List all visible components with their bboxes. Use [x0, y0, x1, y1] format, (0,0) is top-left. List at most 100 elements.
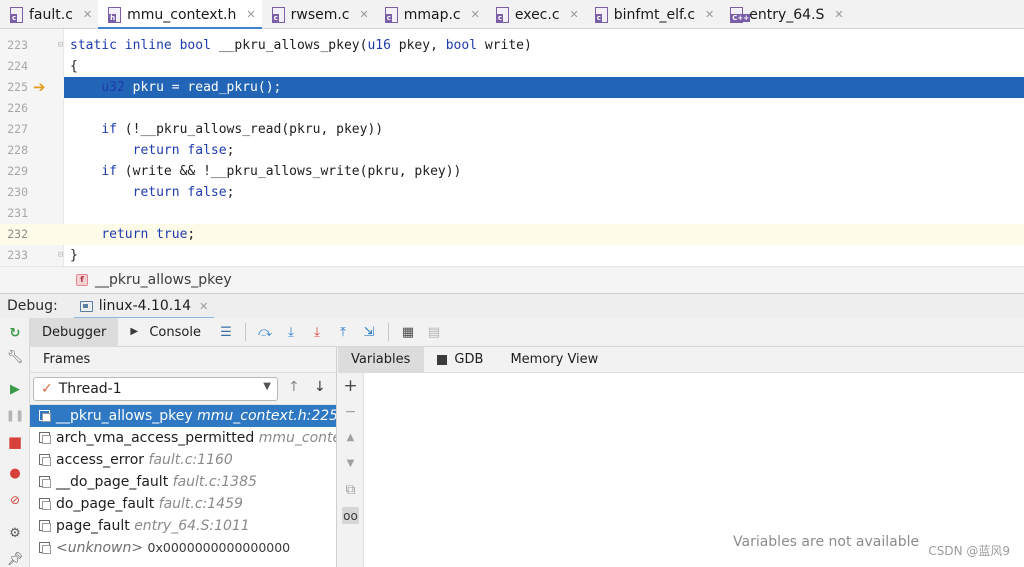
- stack-frame-row[interactable]: arch_vma_access_permitted mmu_context.h: [30, 427, 336, 449]
- code-line[interactable]: 226: [0, 98, 1024, 119]
- c-file-icon: [108, 6, 122, 23]
- stack-frame-row[interactable]: page_fault entry_64.S:1011: [30, 515, 336, 537]
- tab-gdb-label: GDB: [454, 352, 484, 367]
- tab-fault-c[interactable]: fault.c ✕: [0, 0, 98, 29]
- debug-actions-bar: ↻ 🔧︎ ▶ ❚❚ ■ ● ⊘ ⚙ 📌︎: [0, 318, 30, 567]
- frame-function: page_fault: [56, 518, 130, 534]
- tab-binfmt-elf-c[interactable]: binfmt_elf.c ✕: [585, 0, 720, 29]
- close-icon[interactable]: ✕: [705, 8, 714, 21]
- tab-label: rwsem.c: [290, 6, 350, 23]
- pause-icon[interactable]: ❚❚: [6, 408, 24, 424]
- code-editor[interactable]: 223 ⊟ static inline bool __pkru_allows_pke…: [0, 29, 1024, 266]
- debug-session-tab[interactable]: linux-4.10.14 ✕: [73, 294, 215, 319]
- force-step-into-icon[interactable]: ⤓: [304, 318, 330, 347]
- close-icon[interactable]: ✕: [834, 8, 843, 21]
- stack-frame-row[interactable]: do_page_fault fault.c:1459: [30, 493, 336, 515]
- tab-console[interactable]: ▶ Console: [118, 318, 213, 347]
- tab-debugger[interactable]: Debugger: [30, 317, 119, 347]
- frame-location: 0x0000000000000000: [147, 540, 291, 555]
- code-line[interactable]: 224 {: [0, 56, 1024, 77]
- tab-gdb[interactable]: GDB: [424, 347, 497, 373]
- line-number: 229: [7, 164, 28, 178]
- tab-memory-view[interactable]: Memory View: [497, 347, 612, 373]
- move-down-icon[interactable]: ▼: [342, 455, 359, 472]
- line-number: 226: [7, 101, 28, 115]
- stack-frame-row[interactable]: access_error fault.c:1160: [30, 449, 336, 471]
- stack-frame-row[interactable]: <unknown> 0x0000000000000000: [30, 537, 336, 559]
- rerun-icon[interactable]: ↻: [7, 326, 23, 342]
- code-line[interactable]: 227 if (!__pkru_allows_read(pkru, pkey)): [0, 119, 1024, 140]
- glasses-icon[interactable]: oo: [342, 507, 359, 524]
- arrow-up-icon[interactable]: ↑: [288, 379, 300, 395]
- tab-variables[interactable]: Variables: [338, 346, 425, 373]
- trace-icon[interactable]: ▤: [421, 318, 447, 347]
- code-line[interactable]: 230 return false;: [0, 182, 1024, 203]
- stack-frame-row[interactable]: __do_page_fault fault.c:1385: [30, 471, 336, 493]
- copy-icon[interactable]: ⧉: [342, 481, 359, 498]
- tab-variables-label: Variables: [351, 352, 411, 367]
- close-icon[interactable]: ✕: [570, 8, 579, 21]
- fold-icon[interactable]: ⊟: [58, 245, 63, 266]
- remove-watch-icon[interactable]: −: [342, 403, 359, 420]
- close-icon[interactable]: ✕: [83, 8, 92, 21]
- frame-location: mmu_context.h:225: [197, 408, 336, 424]
- code-line[interactable]: 223 ⊟ static inline bool __pkru_allows_pke…: [0, 35, 1024, 56]
- wrench-icon[interactable]: 🔧︎: [7, 350, 24, 366]
- add-watch-icon[interactable]: +: [342, 376, 359, 396]
- breadcrumb-function[interactable]: __pkru_allows_pkey: [95, 272, 232, 288]
- stop-icon[interactable]: ■: [7, 434, 23, 450]
- asm-file-icon: [730, 6, 751, 23]
- code-line[interactable]: 229 if (write && !__pkru_allows_write(pk…: [0, 161, 1024, 182]
- tab-exec-c[interactable]: exec.c ✕: [486, 0, 585, 29]
- tab-rwsem-c[interactable]: rwsem.c ✕: [262, 0, 375, 29]
- close-icon[interactable]: ✕: [360, 8, 369, 21]
- frames-header: Frames: [30, 347, 336, 373]
- view-breakpoints-icon[interactable]: ●: [7, 466, 23, 482]
- frame-icon: [39, 476, 51, 488]
- frame-location: mmu_context.h: [258, 430, 336, 446]
- close-icon[interactable]: ✕: [199, 300, 208, 313]
- tab-entry-64-s[interactable]: entry_64.S ✕: [720, 0, 849, 29]
- mute-breakpoints-icon[interactable]: ⊘: [7, 492, 23, 508]
- tab-memory-label: Memory View: [510, 352, 599, 367]
- line-number: 224: [7, 59, 28, 73]
- step-over-icon[interactable]: ⤼: [252, 318, 278, 347]
- code-line[interactable]: 228 return false;: [0, 140, 1024, 161]
- fold-icon[interactable]: ⊟: [58, 35, 63, 56]
- stack-frame-row[interactable]: __pkru_allows_pkey mmu_context.h:225: [30, 405, 336, 427]
- frame-icon: [39, 498, 51, 510]
- arrow-down-icon[interactable]: ↓: [314, 379, 326, 395]
- line-number: 225: [7, 80, 28, 94]
- frame-icon: [39, 520, 51, 532]
- thread-name: Thread-1: [58, 381, 122, 397]
- menu-icon[interactable]: ☰: [213, 318, 239, 347]
- evaluate-expression-icon[interactable]: ▦: [395, 318, 421, 347]
- code-line[interactable]: 231: [0, 203, 1024, 224]
- tab-mmu-context-h[interactable]: mmu_context.h ✕: [98, 0, 263, 30]
- code-text: if (write && !__pkru_allows_write(pkru, …: [101, 164, 462, 179]
- code-line[interactable]: 232 return true;: [0, 224, 1024, 245]
- pin-icon[interactable]: 📌︎: [7, 552, 24, 567]
- move-up-icon[interactable]: ▲: [342, 429, 359, 446]
- thread-select[interactable]: ✓ Thread-1 ▼: [33, 377, 278, 401]
- close-icon[interactable]: ✕: [246, 8, 255, 21]
- tab-mmap-c[interactable]: mmap.c ✕: [375, 0, 486, 29]
- line-number: 231: [7, 206, 28, 220]
- line-number: 227: [7, 122, 28, 136]
- step-into-icon[interactable]: ⤓: [278, 318, 304, 347]
- debug-tool-window-header: Debug: linux-4.10.14 ✕: [0, 293, 1024, 319]
- chevron-down-icon: ▼: [263, 381, 271, 392]
- resume-icon[interactable]: ▶: [7, 382, 23, 398]
- step-out-icon[interactable]: ⤒: [330, 318, 356, 347]
- frame-function: do_page_fault: [56, 496, 155, 512]
- execution-line[interactable]: ➔ 225 u32 pkru = read_pkru();: [0, 77, 1024, 98]
- line-number: 232: [7, 227, 28, 241]
- frame-icon: [39, 410, 51, 422]
- run-to-cursor-icon[interactable]: ⇲: [356, 318, 382, 347]
- c-file-icon: [271, 6, 285, 23]
- settings-gear-icon[interactable]: ⚙: [7, 526, 23, 542]
- code-line[interactable]: 233 ⊟}: [0, 245, 1024, 266]
- variables-tab-bar: Variables GDB Memory View: [338, 346, 1024, 373]
- close-icon[interactable]: ✕: [471, 8, 480, 21]
- breadcrumb[interactable]: f __pkru_allows_pkey: [0, 266, 1024, 293]
